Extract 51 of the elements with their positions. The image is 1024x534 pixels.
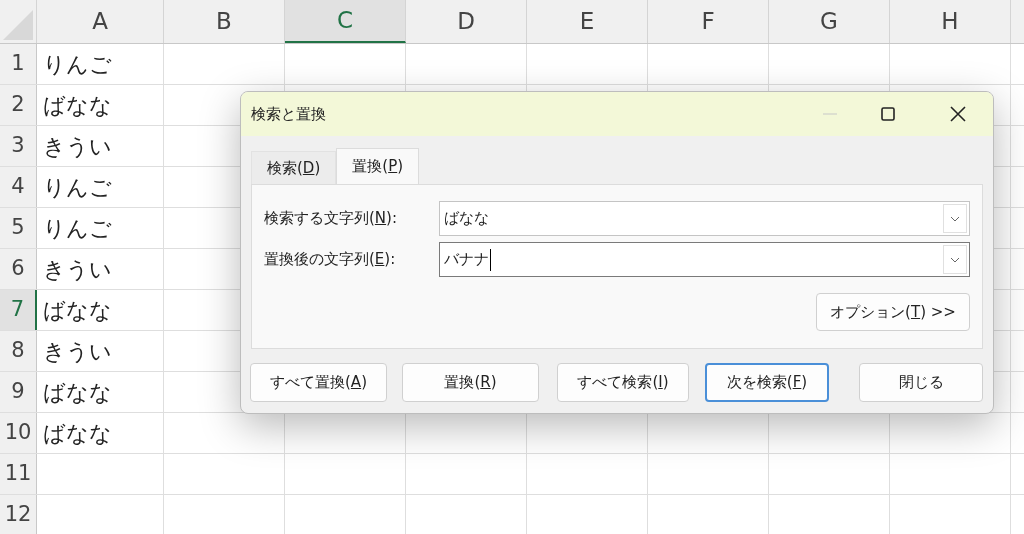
chevron-down-icon: [950, 256, 960, 263]
row-header[interactable]: 7: [0, 290, 37, 330]
row-header[interactable]: 6: [0, 249, 37, 289]
cell-text: きうい: [43, 255, 112, 284]
row-header[interactable]: 8: [0, 331, 37, 371]
cell-text: ばなな: [43, 378, 112, 407]
dialog-button[interactable]: 置換(R): [402, 363, 539, 402]
row-header[interactable]: 9: [0, 372, 37, 412]
tab[interactable]: 置換(P): [336, 148, 420, 184]
dropdown-button[interactable]: [943, 245, 967, 274]
cell-text: りんご: [43, 50, 112, 79]
close-icon: [950, 106, 966, 122]
chevron-down-icon: [950, 215, 960, 222]
maximize-icon: [881, 107, 895, 121]
row-header[interactable]: 5: [0, 208, 37, 248]
dialog-button[interactable]: 閉じる: [859, 363, 983, 402]
cell-text: ばなな: [43, 91, 112, 120]
dialog-button[interactable]: すべて検索(I): [557, 363, 689, 402]
column-header[interactable]: E: [527, 0, 648, 43]
row-header[interactable]: 10: [0, 413, 37, 453]
dropdown-button[interactable]: [943, 204, 967, 233]
field-value: ばなな: [444, 208, 489, 230]
tab[interactable]: 検索(D): [251, 151, 337, 184]
cell-text: きうい: [43, 132, 112, 161]
window-title: 検索と置換: [251, 103, 326, 125]
options-button[interactable]: オプション(T) >>: [816, 293, 970, 331]
column-header[interactable]: H: [890, 0, 1011, 43]
cell-text: ばなな: [43, 296, 112, 325]
dialog-button[interactable]: すべて置換(A): [250, 363, 387, 402]
cell-text: りんご: [43, 214, 112, 243]
cell-text: りんご: [43, 173, 112, 202]
row-header[interactable]: 3: [0, 126, 37, 166]
column-header[interactable]: D: [406, 0, 527, 43]
combo-box[interactable]: バナナ: [439, 242, 970, 277]
field-label: 検索する文字列(N):: [264, 208, 398, 230]
field-value: バナナ: [444, 249, 489, 271]
row-header[interactable]: 12: [0, 495, 37, 534]
column-header[interactable]: C: [285, 0, 406, 43]
column-header[interactable]: A: [37, 0, 164, 43]
row-header[interactable]: 11: [0, 454, 37, 494]
row-header[interactable]: 2: [0, 85, 37, 125]
combo-box[interactable]: ばなな: [439, 201, 970, 236]
dialog-button[interactable]: 次を検索(F): [705, 363, 829, 402]
cell-text: ばなな: [43, 419, 112, 448]
text-cursor: [490, 248, 491, 271]
row-header[interactable]: 1: [0, 44, 37, 84]
row-header[interactable]: 4: [0, 167, 37, 207]
cell-text: きうい: [43, 337, 112, 366]
field-label: 置換後の文字列(E):: [264, 249, 397, 271]
column-header[interactable]: F: [648, 0, 769, 43]
column-header[interactable]: G: [769, 0, 890, 43]
